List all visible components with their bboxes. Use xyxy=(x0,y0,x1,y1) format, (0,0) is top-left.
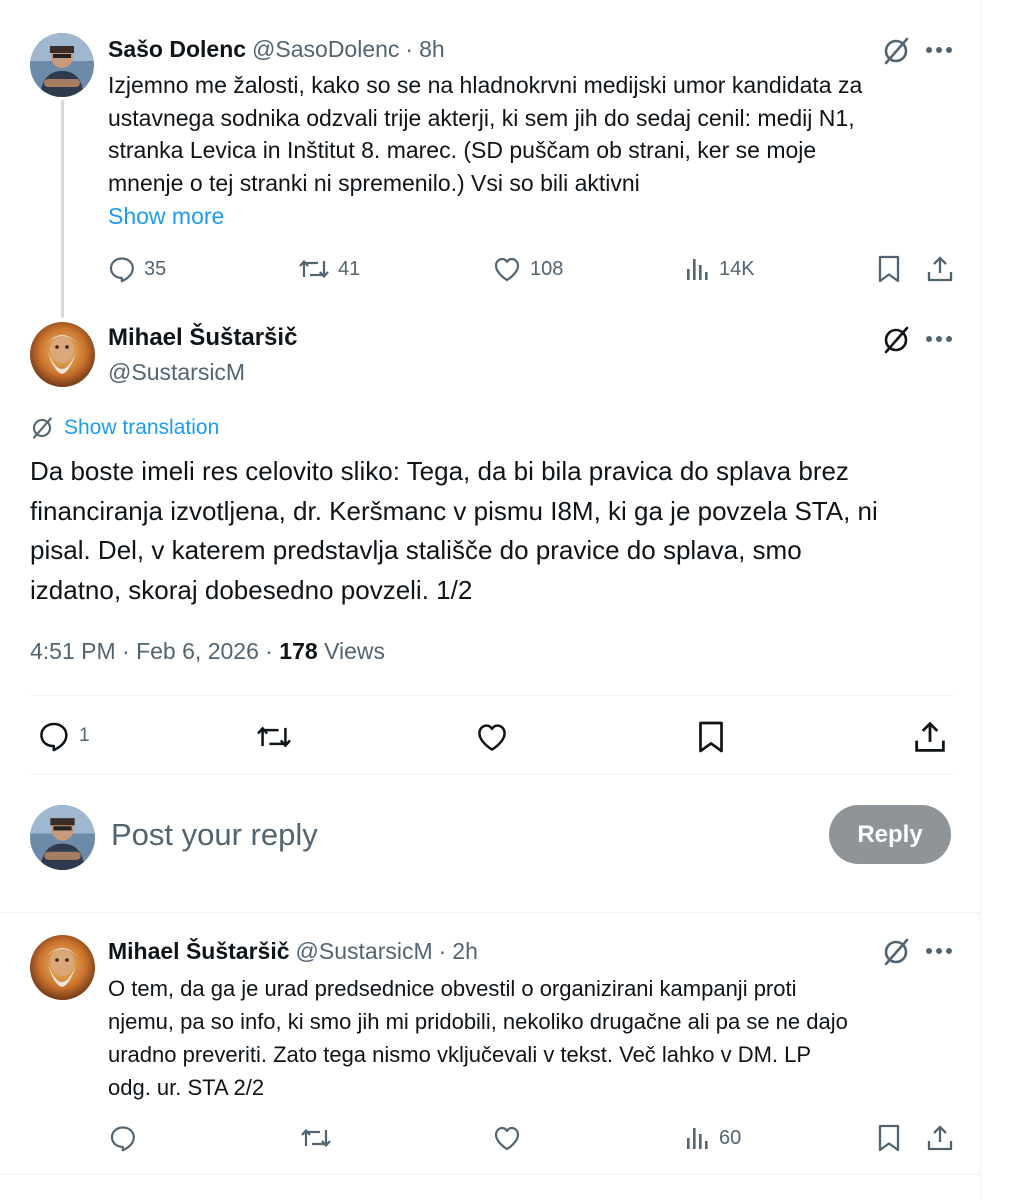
like-icon[interactable] xyxy=(473,720,511,754)
text-line: ustavnega sodnika odzvali trije akterji,… xyxy=(108,104,855,131)
separator: · xyxy=(438,938,447,964)
column-border xyxy=(980,0,981,1200)
translate-icon xyxy=(32,417,52,439)
views-icon xyxy=(687,1128,708,1149)
more-icon[interactable] xyxy=(922,325,956,353)
thread-connector xyxy=(61,100,64,318)
reply-button[interactable]: 35 xyxy=(108,255,166,283)
tweet-meta: 4:51 PM · Feb 6, 2026 · 178 Views xyxy=(30,636,385,666)
show-translation-label: Show translation xyxy=(64,416,220,439)
reply-icon xyxy=(40,722,68,752)
like-button[interactable]: 108 xyxy=(492,255,563,283)
text-line: njemu, pa so info, ki smo jih mi pridobi… xyxy=(108,1009,848,1034)
views-label: Views xyxy=(324,638,385,664)
reply-count: 35 xyxy=(144,257,167,280)
avatar[interactable] xyxy=(30,33,94,97)
like-icon[interactable] xyxy=(490,1122,524,1154)
post-timestamp[interactable]: 4:51 PM · Feb 6, 2026 · xyxy=(30,638,273,664)
text-line: Izjemno me žalosti, kako so se na hladno… xyxy=(108,72,863,98)
tweet-header: Sašo Dolenc @SasoDolenc · 8h xyxy=(108,35,445,63)
text-line: izdatno, skoraj dobesedno povzeli. 1/2 xyxy=(30,574,473,605)
author-handle[interactable]: @SustarsicM xyxy=(108,357,245,387)
tweet-header: Mihael Šuštaršič @SustarsicM · 2h xyxy=(108,937,478,965)
reply-input[interactable]: Post your reply xyxy=(111,816,318,854)
tweet-text: O tem, da ga je urad predsednice obvesti… xyxy=(108,972,968,1104)
show-translation-link[interactable]: Show translation xyxy=(30,416,219,440)
views-button[interactable]: 14K xyxy=(685,255,755,283)
avatar xyxy=(30,805,95,870)
reply-button[interactable]: 1 xyxy=(37,720,90,752)
views-count: 60 xyxy=(719,1126,742,1149)
text-line: Da boste imeli res celovito sliko: Tega,… xyxy=(30,456,849,486)
share-icon[interactable] xyxy=(911,718,949,756)
repost-icon[interactable] xyxy=(254,720,294,754)
divider xyxy=(0,1174,980,1175)
bookmark-icon[interactable] xyxy=(874,253,904,285)
repost-icon xyxy=(299,259,329,279)
avatar[interactable] xyxy=(30,322,95,387)
timestamp[interactable]: 2h xyxy=(452,937,478,965)
author-name[interactable]: Mihael Šuštaršič xyxy=(108,323,297,353)
views-button[interactable]: 60 xyxy=(685,1124,741,1152)
show-more-link[interactable]: Show more xyxy=(108,201,224,231)
text-line: financiranja izvotljena, dr. Keršmanc v … xyxy=(30,495,878,526)
tweet-text: Da boste imeli res celovito sliko: Tega,… xyxy=(30,452,965,610)
views-count: 14K xyxy=(719,257,755,280)
tweet-text: Izjemno me žalosti, kako so se na hladno… xyxy=(108,69,968,199)
timestamp[interactable]: 8h xyxy=(419,35,445,63)
grok-icon[interactable] xyxy=(880,936,912,968)
reply-submit-button[interactable]: Reply xyxy=(829,805,951,864)
text-line: odg. ur. STA 2/2 xyxy=(108,1075,265,1100)
views-icon xyxy=(687,259,708,280)
grok-icon[interactable] xyxy=(880,35,912,67)
repost-button[interactable]: 41 xyxy=(298,255,360,283)
share-icon[interactable] xyxy=(924,1122,956,1154)
author-name[interactable]: Mihael Šuštaršič xyxy=(108,937,290,965)
bookmark-icon[interactable] xyxy=(874,1122,904,1154)
like-icon xyxy=(494,257,520,282)
more-icon[interactable] xyxy=(922,36,956,64)
author-handle[interactable]: @SasoDolenc xyxy=(252,35,399,63)
reply-count: 1 xyxy=(79,725,90,746)
separator: · xyxy=(405,36,414,62)
like-count: 108 xyxy=(530,257,564,280)
repost-icon[interactable] xyxy=(298,1122,334,1154)
text-line: O tem, da ga je urad predsednice obvesti… xyxy=(108,976,797,1001)
author-name[interactable]: Sašo Dolenc xyxy=(108,35,246,63)
text-line: pisal. Del, v katerem predstavlja stališ… xyxy=(30,535,802,565)
text-line: uradno preveriti. Zato tega nismo vključ… xyxy=(108,1042,812,1067)
text-line: stranka Levica in Inštitut 8. marec. (SD… xyxy=(108,137,817,163)
divider xyxy=(0,912,980,913)
views-count: 178 xyxy=(279,638,318,664)
bookmark-icon[interactable] xyxy=(694,718,728,756)
repost-count: 41 xyxy=(338,257,361,280)
reply-icon xyxy=(109,257,134,283)
divider xyxy=(30,695,954,696)
share-icon[interactable] xyxy=(924,253,956,285)
avatar[interactable] xyxy=(30,935,95,1000)
more-icon[interactable] xyxy=(922,937,956,965)
divider xyxy=(30,774,954,775)
reply-icon[interactable] xyxy=(106,1122,140,1154)
text-line: mnenje o tej stranki ni spremenilo.) Vsi… xyxy=(108,169,640,196)
grok-icon[interactable] xyxy=(880,324,912,356)
author-handle[interactable]: @SustarsicM xyxy=(296,937,433,965)
